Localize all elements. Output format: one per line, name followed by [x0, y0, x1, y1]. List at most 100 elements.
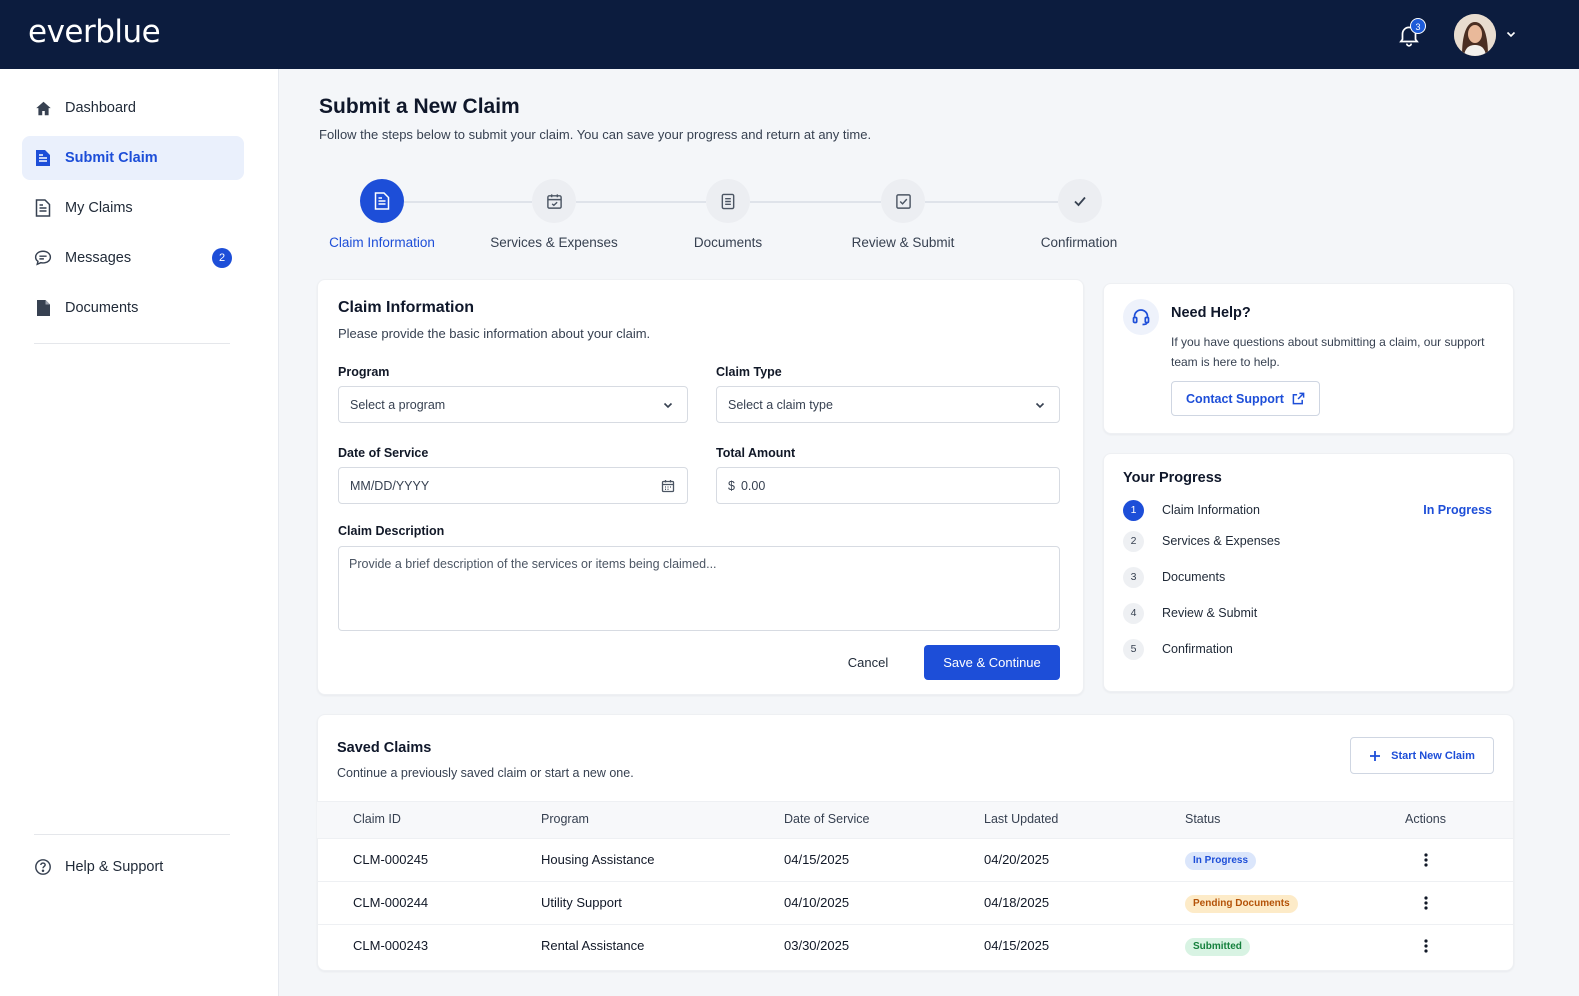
step-documents[interactable]: [706, 179, 750, 223]
progress-step-number: 3: [1123, 567, 1144, 588]
step-label[interactable]: Documents: [648, 235, 808, 250]
sidebar-item-help-support[interactable]: Help & Support: [22, 845, 244, 889]
claim-description-label: Claim Description: [338, 524, 445, 538]
table-row[interactable]: [317, 839, 1513, 882]
step-connector: [576, 201, 706, 203]
step-claim-information[interactable]: [360, 179, 404, 223]
step-label[interactable]: Confirmation: [999, 235, 1159, 250]
more-vertical-icon[interactable]: [1418, 937, 1434, 955]
status-badge: In Progress: [1185, 852, 1257, 870]
date-placeholder: MM/DD/YYYY: [350, 478, 430, 493]
column-header[interactable]: Program: [541, 812, 589, 826]
start-new-claim-button[interactable]: Start New Claim: [1350, 737, 1494, 774]
avatar[interactable]: [1454, 14, 1496, 56]
step-services-expenses[interactable]: [532, 179, 576, 223]
progress-title: Your Progress: [1123, 470, 1222, 486]
column-header[interactable]: Date of Service: [784, 812, 869, 826]
step-connector: [750, 201, 881, 203]
calendar-check-icon: [546, 193, 562, 209]
step-label[interactable]: Review & Submit: [823, 235, 983, 250]
column-header[interactable]: Claim ID: [353, 812, 401, 826]
column-header[interactable]: Status: [1185, 812, 1220, 826]
progress-step-number: 2: [1123, 531, 1144, 552]
top-bar: everblue 3: [0, 0, 1579, 69]
file-list-icon: [34, 199, 52, 217]
program-cell: Rental Assistance: [541, 938, 645, 953]
claim-description-textarea[interactable]: Provide a brief description of the servi…: [338, 546, 1060, 631]
notification-badge: 3: [1410, 18, 1426, 34]
sidebar-item-dashboard[interactable]: Dashboard: [22, 86, 244, 130]
column-header[interactable]: Last Updated: [984, 812, 1058, 826]
progress-step-label: Services & Expenses: [1162, 534, 1281, 548]
sidebar-item-documents[interactable]: Documents: [22, 286, 244, 330]
sidebar: Dashboard Submit Claim My Claims Message…: [0, 69, 279, 996]
file-text-icon: [34, 149, 52, 167]
sidebar-item-label: Messages: [65, 250, 132, 266]
progress-status: In Progress: [1423, 503, 1492, 517]
status-badge: Pending Documents: [1185, 895, 1298, 913]
step-review-submit[interactable]: [881, 179, 925, 223]
program-cell: Housing Assistance: [541, 852, 655, 867]
chevron-down-icon: [663, 402, 673, 409]
step-label[interactable]: Claim Information: [302, 235, 462, 250]
currency-prefix: $: [728, 478, 735, 493]
headset-icon: [1132, 309, 1150, 326]
chevron-down-icon[interactable]: [1505, 28, 1517, 40]
external-link-icon: [1292, 392, 1305, 405]
date-cell: 03/30/2025: [784, 938, 850, 953]
contact-support-button[interactable]: Contact Support: [1171, 381, 1320, 416]
step-connector: [404, 201, 532, 203]
table-row[interactable]: [317, 925, 1513, 968]
form-subtitle: Please provide the basic information abo…: [338, 326, 651, 341]
claim-id-cell: CLM-000243: [353, 938, 429, 953]
sidebar-item-my-claims[interactable]: My Claims: [22, 186, 244, 230]
step-label[interactable]: Services & Expenses: [474, 235, 634, 250]
total-amount-label: Total Amount: [716, 446, 796, 460]
page-subtitle: Follow the steps below to submit your cl…: [319, 127, 872, 142]
total-amount-input[interactable]: $ 0.00: [716, 467, 1060, 504]
file-text-icon: [374, 192, 390, 210]
program-label: Program: [338, 365, 390, 379]
status-badge: Submitted: [1185, 938, 1250, 956]
progress-step-number: 1: [1123, 500, 1144, 521]
date-of-service-label: Date of Service: [338, 446, 429, 460]
column-header: Actions: [1405, 812, 1446, 826]
sidebar-item-label: Documents: [65, 300, 139, 316]
home-icon: [34, 99, 52, 117]
description-placeholder: Provide a brief description of the servi…: [349, 557, 717, 571]
messages-count-badge: 2: [212, 248, 232, 268]
chevron-down-icon: [1035, 402, 1045, 409]
sidebar-item-label: Dashboard: [65, 100, 136, 116]
plus-icon: [1370, 750, 1381, 761]
start-new-claim-label: Start New Claim: [1391, 749, 1475, 762]
checkbox-icon: [895, 193, 911, 209]
claim-type-placeholder: Select a claim type: [728, 397, 833, 412]
sidebar-item-submit-claim[interactable]: Submit Claim: [22, 136, 244, 180]
save-continue-button[interactable]: Save & Continue: [924, 645, 1060, 680]
progress-step-label: Documents: [1162, 570, 1226, 584]
cancel-button[interactable]: Cancel: [836, 646, 900, 678]
claim-type-label: Claim Type: [716, 365, 782, 379]
amount-placeholder: 0.00: [740, 478, 766, 493]
more-vertical-icon[interactable]: [1418, 894, 1434, 912]
logo[interactable]: everblue: [28, 14, 161, 50]
contact-support-label: Contact Support: [1186, 391, 1284, 406]
date-cell: 04/10/2025: [784, 895, 850, 910]
step-connector: [925, 201, 1058, 203]
claim-type-select[interactable]: Select a claim type: [716, 386, 1060, 423]
document-icon: [34, 299, 52, 317]
table-header: [317, 801, 1513, 839]
form-title: Claim Information: [338, 299, 475, 316]
page-title: Submit a New Claim: [319, 95, 520, 118]
date-of-service-input[interactable]: MM/DD/YYYY: [338, 467, 688, 504]
progress-step-number: 5: [1123, 639, 1144, 660]
calendar-icon: [661, 480, 675, 493]
updated-cell: 04/15/2025: [984, 938, 1050, 953]
program-select[interactable]: Select a program: [338, 386, 688, 423]
step-confirmation[interactable]: [1058, 179, 1102, 223]
headset-icon-wrap: [1123, 299, 1159, 335]
table-row[interactable]: [317, 882, 1513, 925]
sidebar-item-messages[interactable]: Messages 2: [22, 236, 244, 280]
more-vertical-icon[interactable]: [1418, 851, 1434, 869]
saved-claims-subtitle: Continue a previously saved claim or sta…: [337, 766, 634, 780]
